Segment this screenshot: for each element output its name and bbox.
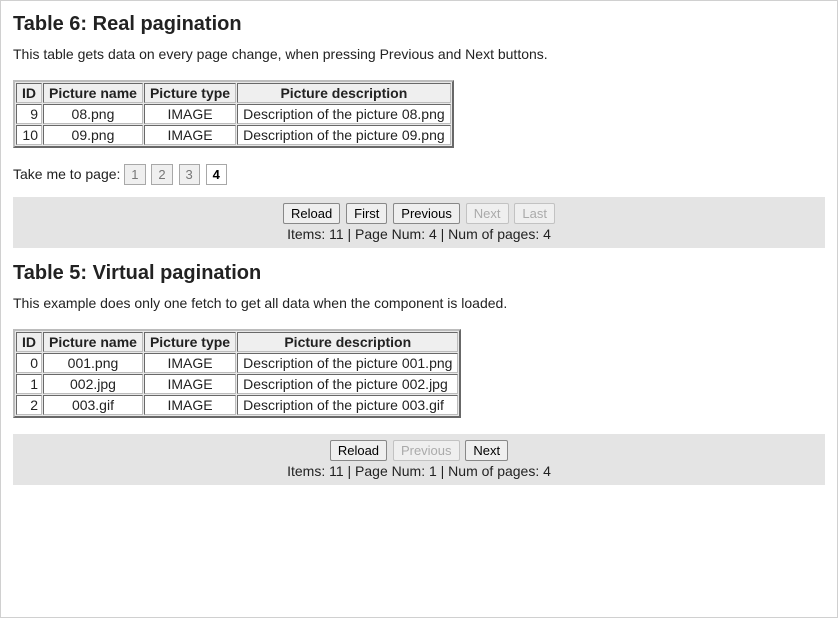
table-row: 1 002.jpg IMAGE Description of the pictu… (16, 374, 458, 394)
col-name: Picture name (43, 332, 143, 352)
first-button[interactable]: First (346, 203, 387, 224)
cell-id: 1 (16, 374, 42, 394)
section2-status: Items: 11 | Page Num: 1 | Num of pages: … (13, 463, 825, 479)
col-id: ID (16, 332, 42, 352)
col-id: ID (16, 83, 42, 103)
cell-id: 10 (16, 125, 42, 145)
page-number-2[interactable]: 2 (151, 164, 172, 185)
cell-desc: Description of the picture 002.jpg (237, 374, 458, 394)
section1-table: ID Picture name Picture type Picture des… (13, 80, 454, 148)
table-row: 10 09.png IMAGE Description of the pictu… (16, 125, 451, 145)
section2-footer: Reload Previous Next Items: 11 | Page Nu… (13, 434, 825, 485)
section2-description: This example does only one fetch to get … (13, 295, 825, 311)
cell-type: IMAGE (144, 104, 236, 124)
table-row: 9 08.png IMAGE Description of the pictur… (16, 104, 451, 124)
section2-heading: Table 5: Virtual pagination (13, 262, 825, 285)
page-number-3[interactable]: 3 (179, 164, 200, 185)
page-number-4[interactable]: 4 (206, 164, 227, 185)
page-number-1[interactable]: 1 (124, 164, 145, 185)
col-type: Picture type (144, 83, 236, 103)
previous-button: Previous (393, 440, 460, 461)
reload-button[interactable]: Reload (330, 440, 387, 461)
pager-label: Take me to page: (13, 166, 120, 182)
section1-heading: Table 6: Real pagination (13, 13, 825, 36)
cell-desc: Description of the picture 08.png (237, 104, 451, 124)
cell-name: 001.png (43, 353, 143, 373)
cell-type: IMAGE (144, 125, 236, 145)
cell-name: 003.gif (43, 395, 143, 415)
table-row: 0 001.png IMAGE Description of the pictu… (16, 353, 458, 373)
next-button[interactable]: Next (465, 440, 508, 461)
section1-description: This table gets data on every page chang… (13, 46, 825, 62)
col-desc: Picture description (237, 332, 458, 352)
cell-desc: Description of the picture 003.gif (237, 395, 458, 415)
cell-id: 2 (16, 395, 42, 415)
cell-desc: Description of the picture 001.png (237, 353, 458, 373)
col-name: Picture name (43, 83, 143, 103)
section1-footer: Reload First Previous Next Last Items: 1… (13, 197, 825, 248)
cell-name: 08.png (43, 104, 143, 124)
cell-name: 002.jpg (43, 374, 143, 394)
cell-type: IMAGE (144, 374, 236, 394)
section1-pager: Take me to page: 1 2 3 4 (13, 164, 825, 185)
cell-type: IMAGE (144, 353, 236, 373)
col-desc: Picture description (237, 83, 451, 103)
last-button: Last (514, 203, 555, 224)
section1-status: Items: 11 | Page Num: 4 | Num of pages: … (13, 226, 825, 242)
cell-type: IMAGE (144, 395, 236, 415)
cell-id: 9 (16, 104, 42, 124)
cell-desc: Description of the picture 09.png (237, 125, 451, 145)
cell-name: 09.png (43, 125, 143, 145)
table-row: 2 003.gif IMAGE Description of the pictu… (16, 395, 458, 415)
previous-button[interactable]: Previous (393, 203, 460, 224)
col-type: Picture type (144, 332, 236, 352)
reload-button[interactable]: Reload (283, 203, 340, 224)
cell-id: 0 (16, 353, 42, 373)
section2-table: ID Picture name Picture type Picture des… (13, 329, 461, 418)
next-button: Next (466, 203, 509, 224)
